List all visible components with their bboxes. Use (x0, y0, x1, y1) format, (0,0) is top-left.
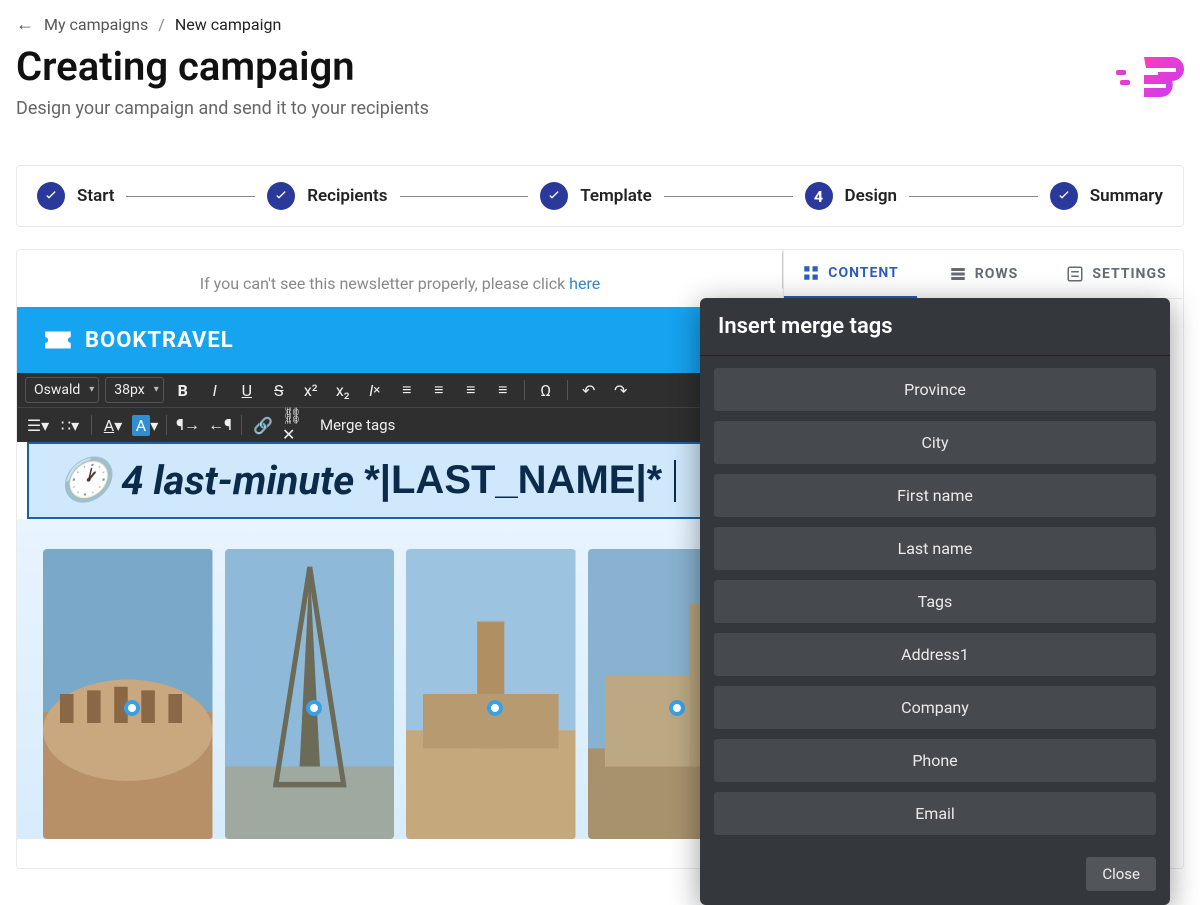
merge-tag-phone[interactable]: Phone (714, 739, 1156, 782)
bullet-list-button[interactable]: ☰▾ (25, 412, 51, 438)
merge-tag-email[interactable]: Email (714, 792, 1156, 835)
modal-title: Insert merge tags (700, 298, 1170, 356)
clear-format-button[interactable]: I× (362, 377, 388, 403)
superscript-button[interactable]: x² (298, 377, 324, 403)
brand-bar: BOOKTRAVEL (17, 307, 783, 373)
preview-link[interactable]: here (569, 274, 600, 293)
check-icon (1050, 182, 1078, 210)
rows-icon (949, 265, 967, 283)
step-line (400, 196, 529, 197)
close-button[interactable]: Close (1086, 857, 1156, 891)
chevron-down-icon: ▾ (89, 384, 94, 395)
step-design[interactable]: 4 Design (805, 182, 898, 210)
merge-tag-last-name[interactable]: Last name (714, 527, 1156, 570)
step-line (664, 196, 793, 197)
merge-tag-city[interactable]: City (714, 421, 1156, 464)
highlight-color-button[interactable]: A ▾ (132, 412, 158, 438)
editable-heading-block[interactable]: 🕐 4 last-minute *|LAST_NAME|* (27, 442, 773, 519)
stepper: Start Recipients Template 4 Design Summa… (16, 165, 1184, 227)
merge-tag-first-name[interactable]: First name (714, 474, 1156, 517)
step-recipients[interactable]: Recipients (267, 182, 387, 210)
merge-tag-company[interactable]: Company (714, 686, 1156, 729)
align-right-button[interactable]: ≡ (458, 377, 484, 403)
step-template[interactable]: Template (540, 182, 652, 210)
unlink-button[interactable]: ⛓✕ (282, 412, 308, 438)
photo-eiffel[interactable] (225, 549, 395, 839)
side-tabs: CONTENT ROWS SETTINGS (784, 250, 1183, 299)
photo-row (17, 519, 783, 839)
page-subtitle: Design your campaign and send it to your… (16, 98, 429, 119)
text-color-button[interactable]: A ▾ (100, 412, 126, 438)
step-line (909, 196, 1038, 197)
rte-toolbar-row2: ☰▾ ∷▾ A ▾ A ▾ ¶→ ←¶ 🔗 ⛓✕ Merge tags (17, 407, 783, 442)
step-line (126, 196, 255, 197)
merge-tags-button[interactable]: Merge tags (314, 416, 401, 434)
settings-icon (1066, 265, 1084, 283)
breadcrumb: ← My campaigns / New campaign (16, 14, 1184, 35)
check-icon (37, 182, 65, 210)
rte-toolbar-row1: Oswald▾ 38px▾ B I U S x² x₂ I× ≡ ≡ ≡ ≡ Ω… (17, 373, 783, 407)
step-summary[interactable]: Summary (1050, 182, 1163, 210)
tab-rows[interactable]: ROWS (917, 250, 1050, 298)
back-arrow-icon[interactable]: ← (16, 14, 34, 35)
merge-tags-modal: Insert merge tags Province City First na… (700, 298, 1170, 905)
map-pin-icon (669, 700, 685, 716)
check-icon (267, 182, 295, 210)
page-title: Creating campaign (16, 43, 429, 90)
breadcrumb-separator: / (158, 15, 165, 34)
align-center-button[interactable]: ≡ (426, 377, 452, 403)
rtl-button[interactable]: ←¶ (207, 412, 233, 438)
step-number-badge: 4 (805, 182, 833, 210)
editor-canvas[interactable]: If you can't see this newsletter properl… (16, 249, 784, 869)
app-logo (1114, 52, 1184, 102)
tab-settings[interactable]: SETTINGS (1050, 250, 1183, 298)
text-cursor (674, 460, 676, 502)
clock-icon: 🕐 (59, 456, 111, 505)
preview-note: If you can't see this newsletter properl… (17, 250, 783, 307)
align-justify-button[interactable]: ≡ (490, 377, 516, 403)
redo-button[interactable]: ↷ (608, 377, 634, 403)
tab-content[interactable]: CONTENT (784, 250, 917, 298)
font-family-select[interactable]: Oswald▾ (25, 377, 99, 403)
bold-button[interactable]: B (170, 377, 196, 403)
merge-tag-province[interactable]: Province (714, 368, 1156, 411)
step-start[interactable]: Start (37, 182, 114, 210)
align-left-button[interactable]: ≡ (394, 377, 420, 403)
undo-button[interactable]: ↶ (576, 377, 602, 403)
font-size-select[interactable]: 38px▾ (105, 377, 163, 403)
heading-lead-text: 4 last-minute (121, 457, 354, 504)
merge-tag-address1[interactable]: Address1 (714, 633, 1156, 676)
photo-colosseum[interactable] (43, 549, 213, 839)
chevron-down-icon: ▾ (154, 384, 159, 395)
underline-button[interactable]: U (234, 377, 260, 403)
ltr-button[interactable]: ¶→ (175, 412, 201, 438)
grid-icon (802, 264, 820, 282)
heading-merge-tag: *|LAST_NAME|* (364, 458, 662, 503)
ticket-plane-icon (41, 323, 75, 357)
check-icon (540, 182, 568, 210)
ordered-list-button[interactable]: ∷▾ (57, 412, 83, 438)
map-pin-icon (306, 700, 322, 716)
merge-tag-tags[interactable]: Tags (714, 580, 1156, 623)
italic-button[interactable]: I (202, 377, 228, 403)
brand-name: BOOKTRAVEL (85, 328, 234, 353)
link-button[interactable]: 🔗 (250, 412, 276, 438)
subscript-button[interactable]: x₂ (330, 377, 356, 403)
breadcrumb-current: New campaign (175, 15, 281, 34)
breadcrumb-root[interactable]: My campaigns (44, 15, 148, 34)
special-char-button[interactable]: Ω (533, 377, 559, 403)
photo-seville[interactable] (406, 549, 576, 839)
strike-button[interactable]: S (266, 377, 292, 403)
